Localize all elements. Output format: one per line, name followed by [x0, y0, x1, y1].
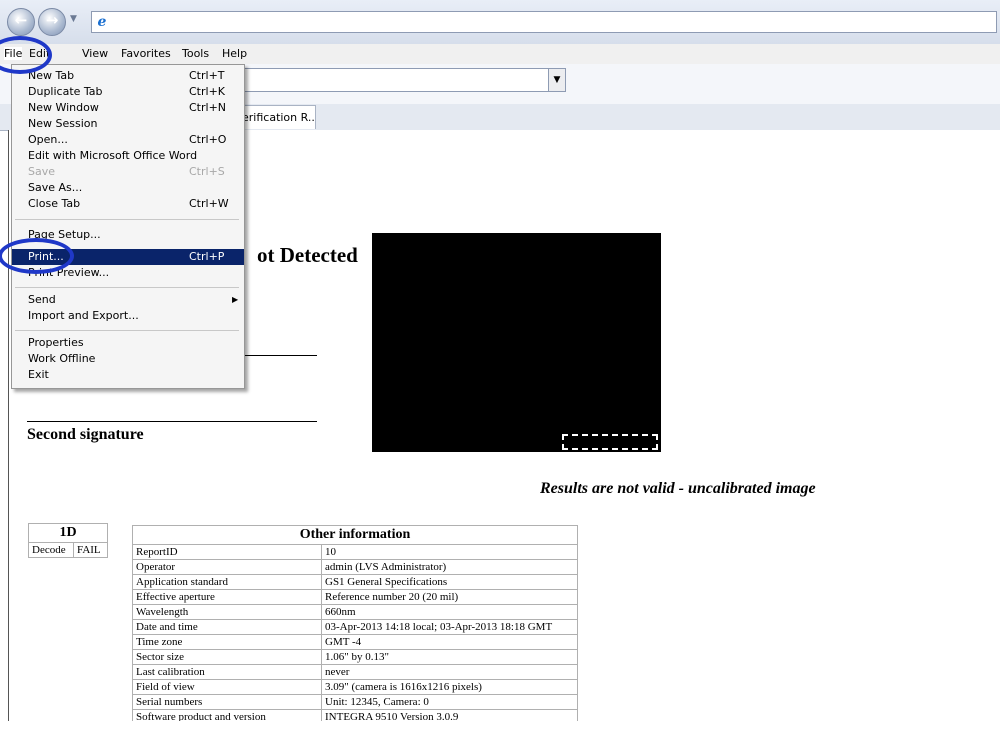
menu-separator	[15, 219, 239, 220]
info-key: ReportID	[132, 544, 322, 560]
table-row: Last calibration never	[132, 664, 578, 680]
other-information-title: Other information	[132, 525, 578, 545]
barcode-image	[372, 233, 661, 452]
info-key: Time zone	[132, 634, 322, 650]
info-value: never	[321, 664, 578, 680]
info-value: 10	[321, 544, 578, 560]
forward-button[interactable]: →	[38, 8, 66, 36]
menu-item-duplicate-tab[interactable]: Duplicate Tab Ctrl+K	[12, 84, 244, 100]
menu-separator	[15, 287, 239, 288]
menu-item-import-export[interactable]: Import and Export...	[12, 308, 244, 324]
menu-item-close-tab[interactable]: Close Tab Ctrl+W	[12, 196, 244, 212]
info-value: 660nm	[321, 604, 578, 620]
browser-titlebar: ← → ▼ e	[0, 0, 1000, 45]
table-row: Time zone GMT -4	[132, 634, 578, 650]
back-arrow-icon: ←	[14, 11, 28, 29]
highlight-ellipse-print	[0, 238, 74, 274]
back-button[interactable]: ←	[7, 8, 35, 36]
history-dropdown-icon[interactable]: ▼	[70, 14, 77, 24]
submenu-arrow-icon: ▶	[232, 295, 239, 304]
menu-help[interactable]: Help	[222, 47, 247, 60]
menu-item-open[interactable]: Open... Ctrl+O	[12, 132, 244, 148]
table-1d: 1D Decode FAIL	[27, 523, 108, 558]
info-key: Last calibration	[132, 664, 322, 680]
report-heading: ot Detected	[257, 243, 358, 267]
info-key: Field of view	[132, 679, 322, 695]
table-row: Application standard GS1 General Specific…	[132, 574, 578, 590]
menu-tools[interactable]: Tools	[182, 47, 209, 60]
menu-item-edit-with-word[interactable]: Edit with Microsoft Office Word	[12, 148, 244, 164]
ie-page-icon: e	[97, 14, 107, 30]
scan-region-box	[562, 434, 658, 450]
table-row: Effective aperture Reference number 20 (2…	[132, 589, 578, 605]
table-1d-title: 1D	[28, 523, 108, 543]
menu-item-new-window[interactable]: New Window Ctrl+N	[12, 100, 244, 116]
table-row: Date and time 03-Apr-2013 14:18 local; 03…	[132, 619, 578, 635]
decode-value: FAIL	[73, 542, 108, 558]
table-row: Field of view 3.09" (camera is 1616x1216 …	[132, 679, 578, 695]
menu-item-exit[interactable]: Exit	[12, 367, 244, 383]
table-row: Sector size 1.06" by 0.13"	[132, 649, 578, 665]
menu-item-send[interactable]: Send ▶	[12, 292, 244, 308]
info-value: Reference number 20 (20 mil)	[321, 589, 578, 605]
info-key: Sector size	[132, 649, 322, 665]
forward-arrow-icon: →	[45, 11, 59, 29]
table-row: Wavelength 660nm	[132, 604, 578, 620]
tab-verification-report[interactable]: erification R...	[236, 105, 316, 129]
info-value: GS1 General Specifications	[321, 574, 578, 590]
info-key: Application standard	[132, 574, 322, 590]
viewport-bottom-edge	[0, 721, 1000, 731]
menu-item-work-offline[interactable]: Work Offline	[12, 351, 244, 367]
menu-item-new-session[interactable]: New Session	[12, 116, 244, 132]
menu-item-save: Save Ctrl+S	[28, 165, 225, 178]
table-row: Operator admin (LVS Administrator)	[132, 559, 578, 575]
calibration-warning: Results are not valid - uncalibrated ima…	[540, 480, 816, 497]
info-value: GMT -4	[321, 634, 578, 650]
other-information-table: Other information ReportID 10 Operator adm…	[132, 525, 578, 725]
second-signature-line	[27, 421, 317, 422]
address-bar[interactable]: e	[91, 11, 997, 33]
info-key: Serial numbers	[132, 694, 322, 710]
info-value: admin (LVS Administrator)	[321, 559, 578, 575]
file-menu-dropdown: New Tab Ctrl+T Duplicate Tab Ctrl+K New Wi…	[11, 64, 245, 389]
menu-favorites[interactable]: Favorites	[121, 47, 171, 60]
info-key: Wavelength	[132, 604, 322, 620]
menu-item-properties[interactable]: Properties	[12, 335, 244, 351]
search-combobox[interactable]: ▼	[208, 68, 566, 92]
info-key: Operator	[132, 559, 322, 575]
menu-view[interactable]: View	[82, 47, 108, 60]
menu-bar: File Edit View Favorites Tools Help	[0, 44, 1000, 65]
info-value: 1.06" by 0.13"	[321, 649, 578, 665]
chevron-down-icon[interactable]: ▼	[548, 69, 565, 91]
info-key: Effective aperture	[132, 589, 322, 605]
info-value: 03-Apr-2013 14:18 local; 03-Apr-2013 18:…	[321, 619, 578, 635]
decode-label: Decode	[27, 542, 75, 558]
menu-item-new-tab[interactable]: New Tab Ctrl+T	[12, 68, 244, 84]
table-row: Serial numbers Unit: 12345, Camera: 0	[132, 694, 578, 710]
second-signature-label: Second signature	[27, 426, 144, 443]
table-row: ReportID 10	[132, 544, 578, 560]
menu-item-save-as[interactable]: Save As...	[12, 180, 244, 196]
menu-separator	[15, 330, 239, 331]
info-value: 3.09" (camera is 1616x1216 pixels)	[321, 679, 578, 695]
info-value: Unit: 12345, Camera: 0	[321, 694, 578, 710]
info-key: Date and time	[132, 619, 322, 635]
